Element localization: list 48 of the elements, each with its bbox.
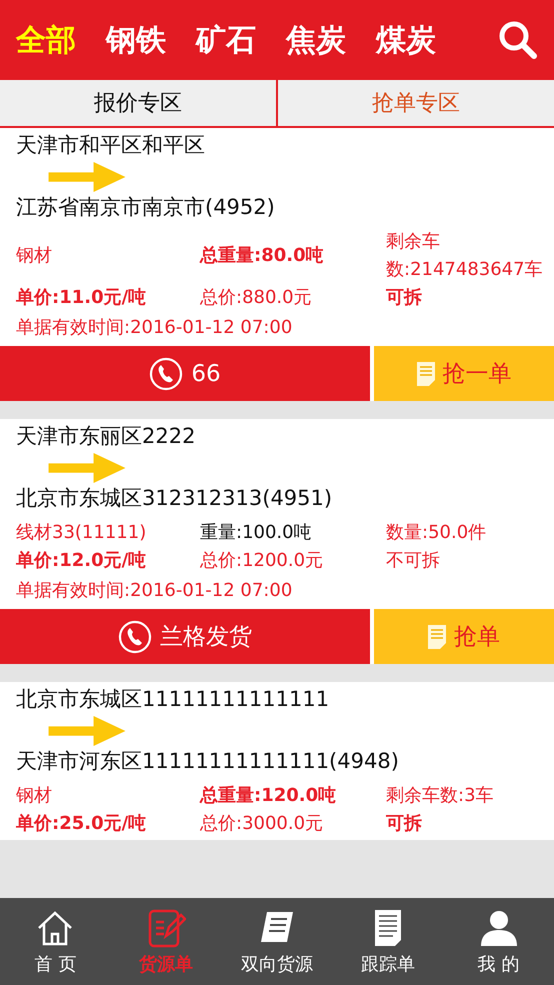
call-button[interactable]: 兰格发货 [0, 609, 370, 664]
arrow-icon [46, 162, 128, 192]
order-detail: 数量:50.0件 [386, 521, 488, 545]
origin-text: 天津市和平区和平区 [16, 132, 206, 159]
order-detail: 钢材 [16, 784, 53, 808]
nav-item[interactable]: 首 页 [0, 898, 111, 985]
order-detail: 单价:25.0元/吨 [16, 812, 148, 836]
order-detail: 总重量:120.0吨 [200, 784, 338, 808]
category-tab[interactable]: 煤炭 [376, 20, 436, 60]
phone-icon [118, 620, 152, 654]
order-detail: 剩余车数:2147483647车 [386, 230, 544, 282]
order-detail: 剩余车数:3车 [386, 784, 495, 808]
order-detail: 总价:1200.0元 [200, 549, 324, 573]
expiry-text: 单据有效时间:2016-01-12 07:00 [16, 579, 294, 603]
category-tab[interactable]: 焦炭 [286, 20, 346, 60]
order-detail: 总价:3000.0元 [200, 812, 324, 836]
expiry-text: 单据有效时间:2016-01-12 07:00 [16, 316, 294, 340]
document-icon [416, 362, 434, 386]
order-detail: 单价:11.0元/吨 [16, 286, 148, 310]
document-icon [428, 624, 446, 648]
order-detail: 总重量:80.0吨 [200, 244, 325, 268]
order-detail: 不可拆 [386, 549, 441, 573]
origin-text: 天津市东丽区2222 [16, 423, 196, 450]
order-detail: 重量:100.0吨 [200, 521, 313, 545]
nav-item[interactable]: 双向货源 [222, 898, 332, 985]
arrow-icon [46, 453, 128, 483]
destination-text: 江苏省南京市南京市(4952) [16, 194, 276, 221]
order-detail: 总价:880.0元 [200, 286, 313, 310]
category-tab[interactable]: 全部 [16, 20, 76, 60]
order-detail: 钢材 [16, 244, 53, 268]
search-icon[interactable] [498, 20, 538, 60]
edit-icon [146, 908, 186, 948]
arrow-icon [46, 716, 128, 746]
order-detail: 线材33(11111) [16, 521, 148, 545]
order-detail: 可拆 [386, 812, 423, 836]
grab-order-button[interactable]: 抢单 [374, 609, 554, 664]
category-tab[interactable]: 矿石 [196, 20, 256, 60]
call-button[interactable]: 66 [0, 346, 370, 401]
destination-text: 天津市河东区11111111111111(4948) [16, 748, 400, 775]
destination-text: 北京市东城区312312313(4951) [16, 485, 334, 512]
grab-order-button[interactable]: 抢一单 [374, 346, 554, 401]
order-detail: 单价:12.0元/吨 [16, 549, 148, 573]
category-tab[interactable]: 钢铁 [106, 20, 166, 60]
nav-item[interactable]: 跟踪单 [332, 898, 444, 985]
order-detail: 可拆 [386, 286, 423, 310]
nav-item[interactable]: 我 的 [443, 898, 554, 985]
phone-icon [149, 356, 184, 390]
origin-text: 北京市东城区11111111111111 [16, 686, 330, 713]
